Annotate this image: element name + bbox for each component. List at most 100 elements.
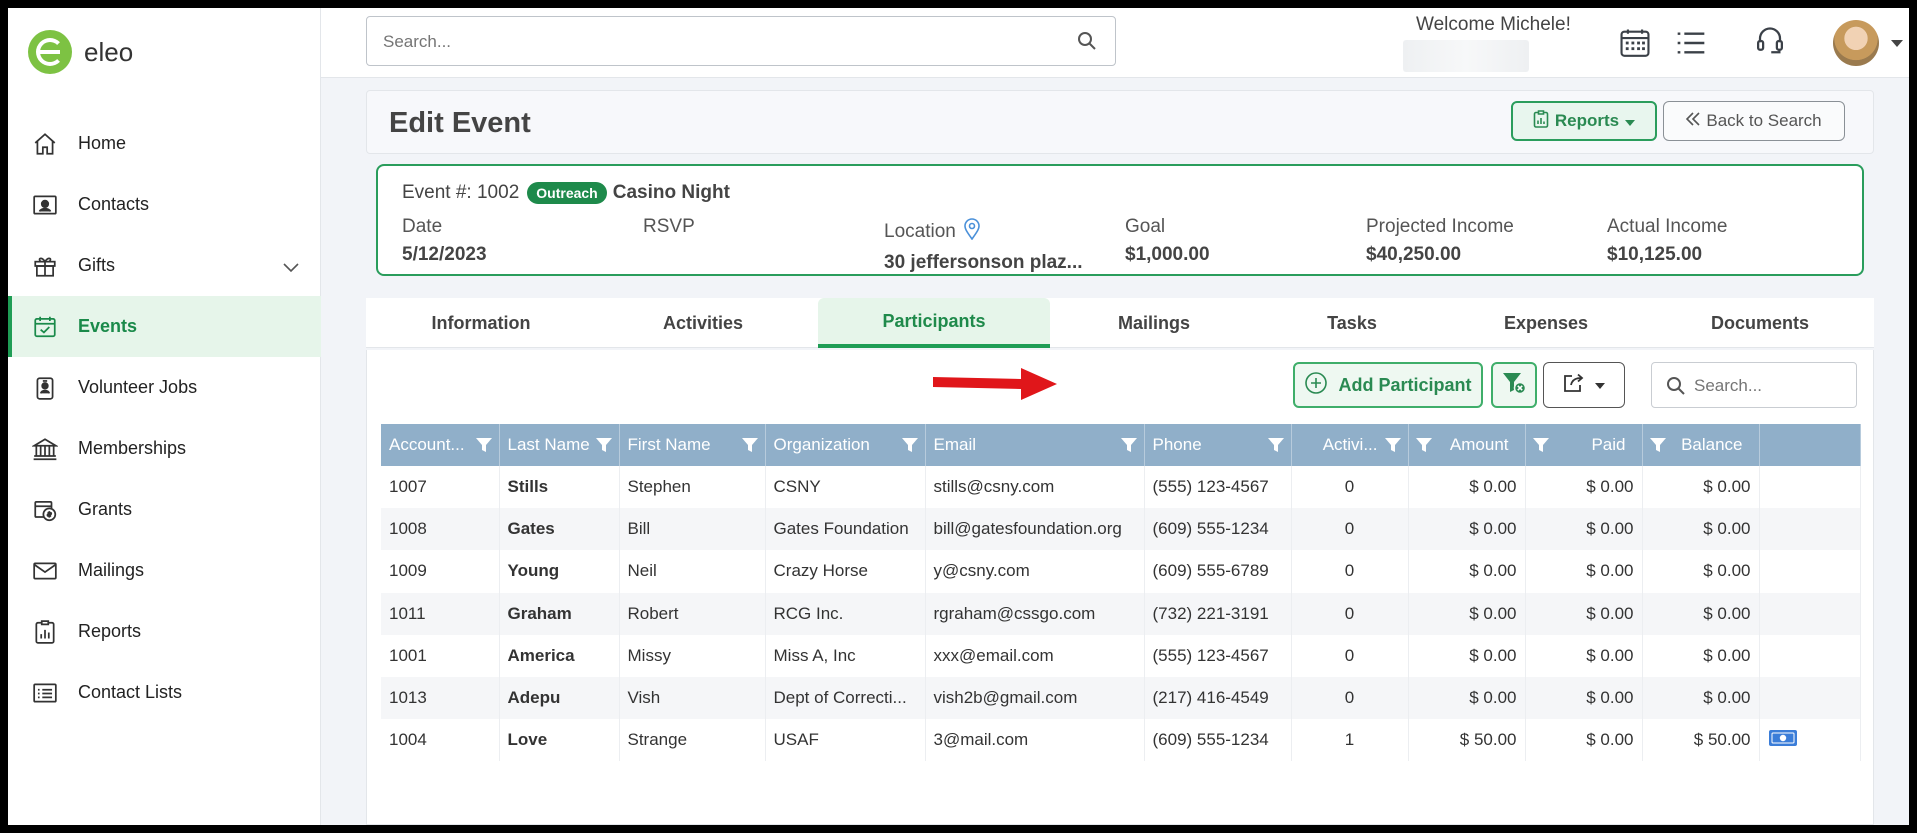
clipboard-chart-icon: [1533, 109, 1549, 133]
app-window: eleo Home Contacts Gifts Events Voluntee…: [8, 8, 1909, 825]
actual-income-label: Actual Income: [1607, 216, 1728, 237]
sidebar-item-label: Memberships: [78, 438, 187, 458]
headset-support-icon[interactable]: [1755, 24, 1785, 63]
task-list-icon[interactable]: [1675, 28, 1707, 63]
event-tabs: Information Activities Participants Mail…: [366, 298, 1874, 348]
sidebar-item-label: Contacts: [78, 194, 150, 214]
clear-filter-button[interactable]: [1491, 362, 1537, 408]
sidebar-item-contacts[interactable]: Contacts: [8, 174, 321, 235]
calendar-grid-icon[interactable]: [1618, 26, 1652, 65]
sidebar-item-memberships[interactable]: Memberships: [8, 418, 321, 479]
chevron-down-icon[interactable]: [283, 257, 299, 278]
tab-expenses[interactable]: Expenses: [1446, 298, 1646, 348]
home-icon: [30, 129, 60, 159]
map-pin-icon[interactable]: [964, 218, 980, 246]
user-avatar[interactable]: [1833, 20, 1879, 66]
logo[interactable]: eleo: [28, 30, 133, 74]
actual-income-value: $10,125.00: [1607, 244, 1703, 265]
report-icon: [30, 617, 60, 647]
calendar-check-icon: [30, 312, 60, 342]
event-number: Event #: 1002 Outreach Casino Night: [402, 182, 730, 204]
eleo-logo-icon: [28, 30, 72, 74]
event-name: Casino Night: [612, 182, 730, 203]
participants-table: Account... Last Name First Name Organiza…: [381, 424, 1861, 762]
tab-documents[interactable]: Documents: [1646, 298, 1874, 348]
tab-participants[interactable]: Participants: [818, 298, 1050, 348]
add-participant-button[interactable]: Add Participant: [1293, 362, 1483, 408]
filter-icon[interactable]: [1649, 436, 1667, 459]
event-goal-label: Goal: [1125, 216, 1166, 237]
event-actual-income: Actual Income $10,125.00: [1607, 216, 1727, 266]
table-row[interactable]: 1009 Young Neil Crazy Horse y@csny.com (…: [381, 550, 1861, 593]
money-icon[interactable]: [1768, 729, 1798, 751]
column-header-email[interactable]: Email: [925, 424, 1145, 466]
event-projected-income: Projected Income $40,250.00: [1366, 216, 1514, 266]
column-header-phone[interactable]: Phone: [1144, 424, 1292, 466]
column-header-paid[interactable]: Paid: [1525, 424, 1643, 466]
top-bar: Welcome Michele!: [321, 8, 1909, 78]
red-arrow-annotation-icon: [931, 362, 1061, 407]
global-search[interactable]: [366, 16, 1116, 66]
caret-down-icon: [1625, 111, 1636, 131]
export-button[interactable]: [1543, 362, 1625, 408]
caret-down-icon[interactable]: [1891, 35, 1903, 53]
tab-tasks[interactable]: Tasks: [1258, 298, 1446, 348]
sidebar-item-grants[interactable]: Grants: [8, 479, 321, 540]
sidebar-item-gifts[interactable]: Gifts: [8, 235, 321, 296]
table-row[interactable]: 1004 Love Strange USAF 3@mail.com (609) …: [381, 719, 1861, 762]
table-row[interactable]: 1011 Graham Robert RCG Inc. rgraham@cssg…: [381, 592, 1861, 635]
sidebar-item-volunteer-jobs[interactable]: Volunteer Jobs: [8, 357, 321, 418]
sidebar-item-label: Home: [78, 133, 127, 153]
filter-icon[interactable]: [901, 436, 919, 459]
sidebar-item-events[interactable]: Events: [8, 296, 321, 357]
sidebar-item-label: Mailings: [78, 560, 145, 580]
gift-icon: [30, 251, 60, 281]
filter-icon[interactable]: [741, 436, 759, 459]
column-header-balance[interactable]: Balance: [1642, 424, 1760, 466]
event-rsvp-label: RSVP: [643, 216, 695, 237]
sidebar-item-contact-lists[interactable]: Contact Lists: [8, 662, 321, 723]
sidebar-item-mailings[interactable]: Mailings: [8, 540, 321, 601]
filter-icon[interactable]: [1267, 436, 1285, 459]
sidebar-item-home[interactable]: Home: [8, 113, 321, 174]
event-date-value: 5/12/2023: [402, 244, 487, 265]
column-header-first-name[interactable]: First Name: [619, 424, 766, 466]
filter-icon[interactable]: [1532, 436, 1550, 459]
column-header-last-name[interactable]: Last Name: [499, 424, 620, 466]
sidebar-item-reports[interactable]: Reports: [8, 601, 321, 662]
app-name: eleo: [84, 36, 134, 67]
list-icon: [30, 678, 60, 708]
table-row[interactable]: 1008 Gates Bill Gates Foundation bill@ga…: [381, 508, 1861, 551]
participants-search-input[interactable]: [1694, 375, 1844, 397]
event-number-text: Event #: 1002: [402, 182, 520, 203]
reports-button-label: Reports: [1554, 111, 1620, 130]
projected-income-value: $40,250.00: [1366, 244, 1462, 265]
participants-search[interactable]: [1651, 362, 1857, 408]
global-search-input[interactable]: [383, 29, 1033, 55]
page-header: Edit Event Reports Back to Search: [366, 90, 1874, 154]
filter-icon[interactable]: [1384, 436, 1402, 459]
back-to-search-button[interactable]: Back to Search: [1663, 101, 1845, 141]
plus-circle-icon: [1304, 371, 1328, 400]
filter-icon[interactable]: [1415, 436, 1433, 459]
badge-icon: [30, 373, 60, 403]
table-row[interactable]: 1001 America Missy Miss A, Inc xxx@email…: [381, 634, 1861, 677]
column-header-amount[interactable]: Amount: [1408, 424, 1526, 466]
tab-information[interactable]: Information: [366, 298, 596, 348]
add-participant-label: Add Participant: [1338, 374, 1472, 395]
column-header-organization[interactable]: Organization: [765, 424, 926, 466]
table-row[interactable]: 1013 Adepu Vish Dept of Correcti... vish…: [381, 676, 1861, 720]
column-header-activities[interactable]: Activi...: [1291, 424, 1409, 466]
filter-icon[interactable]: [475, 436, 493, 459]
reports-button[interactable]: Reports: [1511, 101, 1657, 141]
column-header-account[interactable]: Account...: [381, 424, 500, 466]
filter-icon[interactable]: [595, 436, 613, 459]
tab-activities[interactable]: Activities: [596, 298, 810, 348]
table-row[interactable]: 1007 Stills Stephen CSNY stills@csny.com…: [381, 466, 1861, 509]
tab-mailings[interactable]: Mailings: [1050, 298, 1258, 348]
event-location: Location 30 jeffersonson plaz...: [884, 218, 1083, 274]
search-icon[interactable]: [1077, 31, 1097, 56]
welcome-message: Welcome Michele!: [1416, 14, 1571, 35]
sidebar-item-label: Volunteer Jobs: [78, 377, 198, 397]
filter-icon[interactable]: [1120, 436, 1138, 459]
